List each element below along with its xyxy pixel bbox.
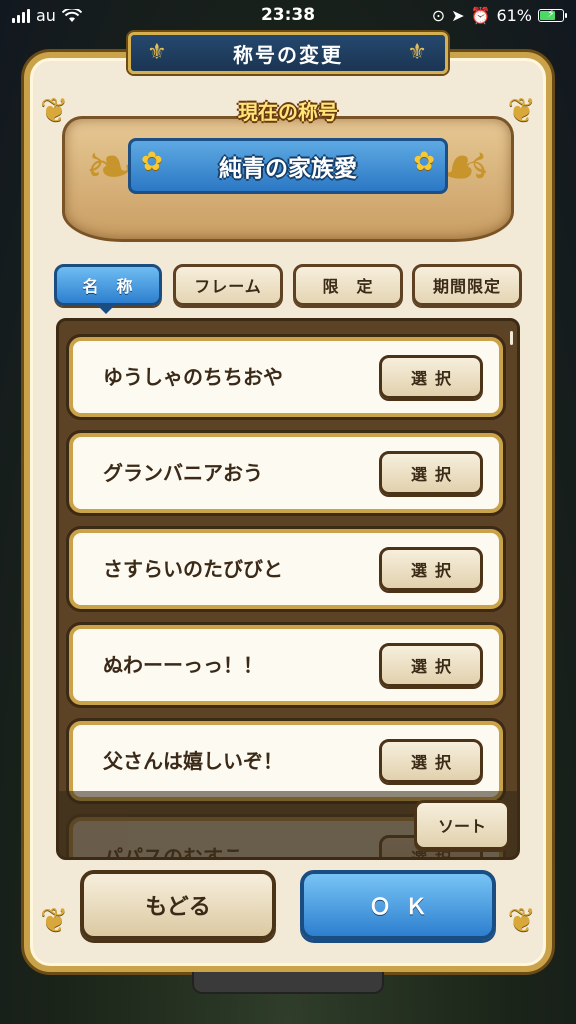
list-item: ぬわーーっっ！！ 選択: [69, 625, 503, 705]
fleur-ornament-icon: ⚜: [147, 40, 169, 65]
title-name: ゆうしゃのちちおや: [103, 365, 283, 389]
title-name: グランバニアおう: [103, 461, 263, 485]
status-bar: au 23:38 ⊙ ➤ ⏰ 61% ⚡: [0, 0, 576, 32]
fleur-ornament-icon: ⚜: [407, 40, 429, 65]
ok-button[interactable]: ＯＫ: [300, 870, 496, 940]
select-button[interactable]: 選択: [379, 355, 483, 399]
active-tab-pointer: [98, 306, 114, 314]
tab-period-limited[interactable]: 期間限定: [412, 264, 522, 306]
rotation-lock-icon: ⊙: [431, 6, 446, 25]
select-button[interactable]: 選択: [379, 739, 483, 783]
current-title-label: 現在の称号: [238, 100, 338, 124]
location-icon: ➤: [451, 6, 465, 25]
battery-icon: ⚡: [538, 7, 567, 22]
battery-percent: 61%: [496, 6, 532, 25]
list-item: ゆうしゃのちちおや 選択: [69, 337, 503, 417]
back-button[interactable]: もどる: [80, 870, 276, 940]
list-item: さすらいのたびびと 選択: [69, 529, 503, 609]
corner-ornament-icon: ❦: [507, 901, 537, 941]
title-name: さすらいのたびびと: [103, 557, 283, 581]
tab-name[interactable]: 名 称: [54, 264, 162, 306]
flower-icon: ✿: [413, 147, 435, 177]
title-name: ぬわーーっっ！！: [103, 653, 263, 677]
list-scrollbar[interactable]: [510, 331, 513, 345]
current-title-ribbon: ✿ 純青の家族愛 ✿: [128, 138, 448, 194]
alarm-icon: ⏰: [470, 6, 491, 25]
title-list[interactable]: ゆうしゃのちちおや 選択 グランバニアおう 選択 さすらいのたびびと 選択 ぬわ…: [56, 318, 520, 860]
list-item: グランバニアおう 選択: [69, 433, 503, 513]
sort-button[interactable]: ソート: [414, 800, 510, 850]
select-button[interactable]: 選択: [379, 451, 483, 495]
select-button[interactable]: 選択: [379, 643, 483, 687]
title-name: 父さんは嬉しいぞ！: [103, 749, 283, 773]
dialog-title: ⚜ 称号の変更 ⚜: [128, 32, 448, 74]
tab-frame[interactable]: フレーム: [173, 264, 283, 306]
corner-ornament-icon: ❦: [40, 901, 69, 941]
list-item: 父さんは嬉しいぞ！ 選択: [69, 721, 503, 801]
flower-icon: ✿: [141, 147, 163, 177]
current-title-text: 純青の家族愛: [219, 156, 357, 182]
select-button[interactable]: 選択: [379, 547, 483, 591]
dialog-title-text: 称号の変更: [233, 42, 343, 67]
charging-bolt-icon: ⚡: [547, 7, 555, 20]
tab-limited[interactable]: 限 定: [293, 264, 403, 306]
status-right: ⊙ ➤ ⏰ 61% ⚡: [431, 6, 567, 25]
bottom-panel-edge: [192, 972, 384, 994]
